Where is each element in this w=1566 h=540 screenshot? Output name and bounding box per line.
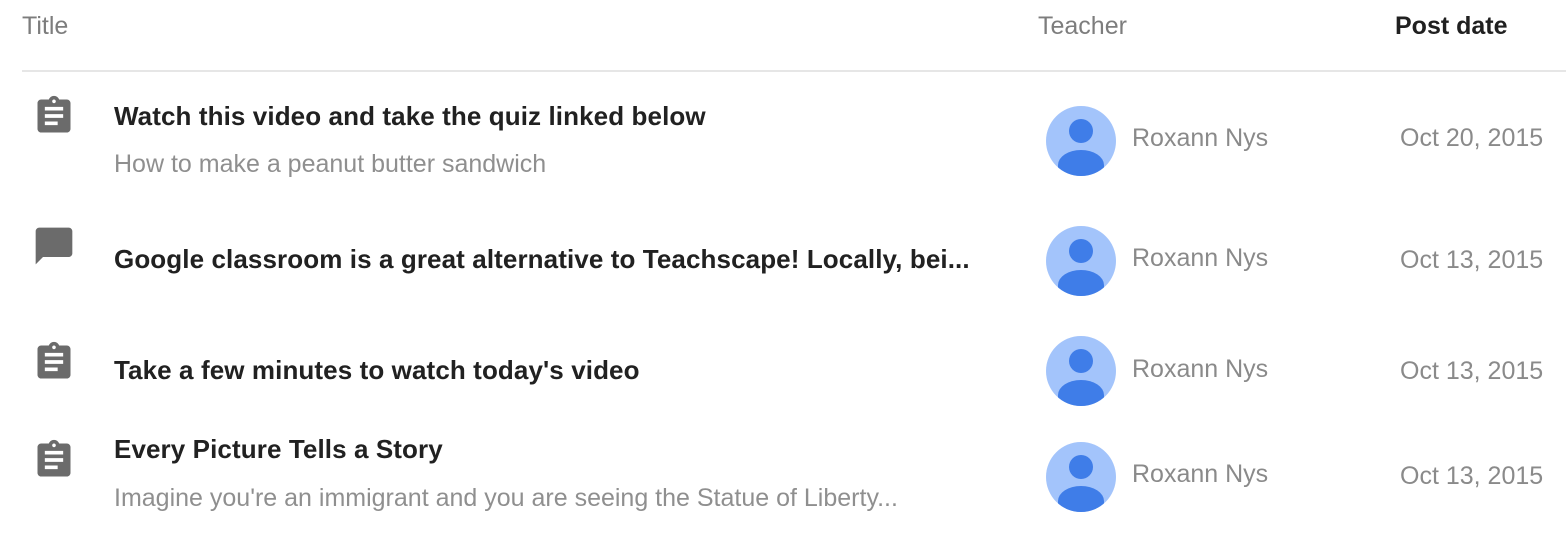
post-row[interactable]: Watch this video and take the quiz linke…	[0, 72, 1566, 190]
avatar	[1046, 336, 1116, 406]
teacher-name: Roxann Nys	[1132, 244, 1269, 272]
announcement-icon	[35, 227, 73, 265]
post-title[interactable]: Take a few minutes to watch today's vide…	[114, 353, 640, 387]
avatar	[1046, 442, 1116, 512]
person-icon	[1069, 349, 1093, 373]
post-date: Oct 13, 2015	[1400, 462, 1544, 490]
table-header: Title Teacher Post date	[0, 0, 1566, 72]
post-subtitle: Imagine you're an immigrant and you are …	[114, 484, 898, 512]
posts-list: Watch this video and take the quiz linke…	[0, 72, 1566, 540]
assignment-icon	[37, 341, 71, 379]
person-icon	[1069, 239, 1093, 263]
teacher-name: Roxann Nys	[1132, 124, 1269, 152]
assignment-icon	[37, 95, 71, 133]
assignment-icon	[37, 439, 71, 477]
column-header-teacher[interactable]: Teacher	[1038, 10, 1127, 42]
post-title[interactable]: Google classroom is a great alternative …	[114, 242, 970, 276]
avatar	[1046, 106, 1116, 176]
post-date: Oct 13, 2015	[1400, 246, 1544, 274]
person-icon	[1069, 455, 1093, 479]
column-header-title[interactable]: Title	[22, 10, 68, 42]
post-row[interactable]: Google classroom is a great alternative …	[0, 190, 1566, 306]
post-title[interactable]: Every Picture Tells a Story	[114, 432, 443, 466]
teacher-name: Roxann Nys	[1132, 355, 1269, 383]
post-row[interactable]: Every Picture Tells a Story Imagine you'…	[0, 422, 1566, 540]
post-title[interactable]: Watch this video and take the quiz linke…	[114, 99, 706, 133]
avatar	[1046, 226, 1116, 296]
teacher-name: Roxann Nys	[1132, 460, 1269, 488]
column-header-post-date[interactable]: Post date	[1395, 10, 1508, 42]
post-row[interactable]: Take a few minutes to watch today's vide…	[0, 306, 1566, 422]
post-subtitle: How to make a peanut butter sandwich	[114, 150, 547, 178]
post-date: Oct 13, 2015	[1400, 357, 1544, 385]
person-icon	[1069, 119, 1093, 143]
post-date: Oct 20, 2015	[1400, 124, 1544, 152]
